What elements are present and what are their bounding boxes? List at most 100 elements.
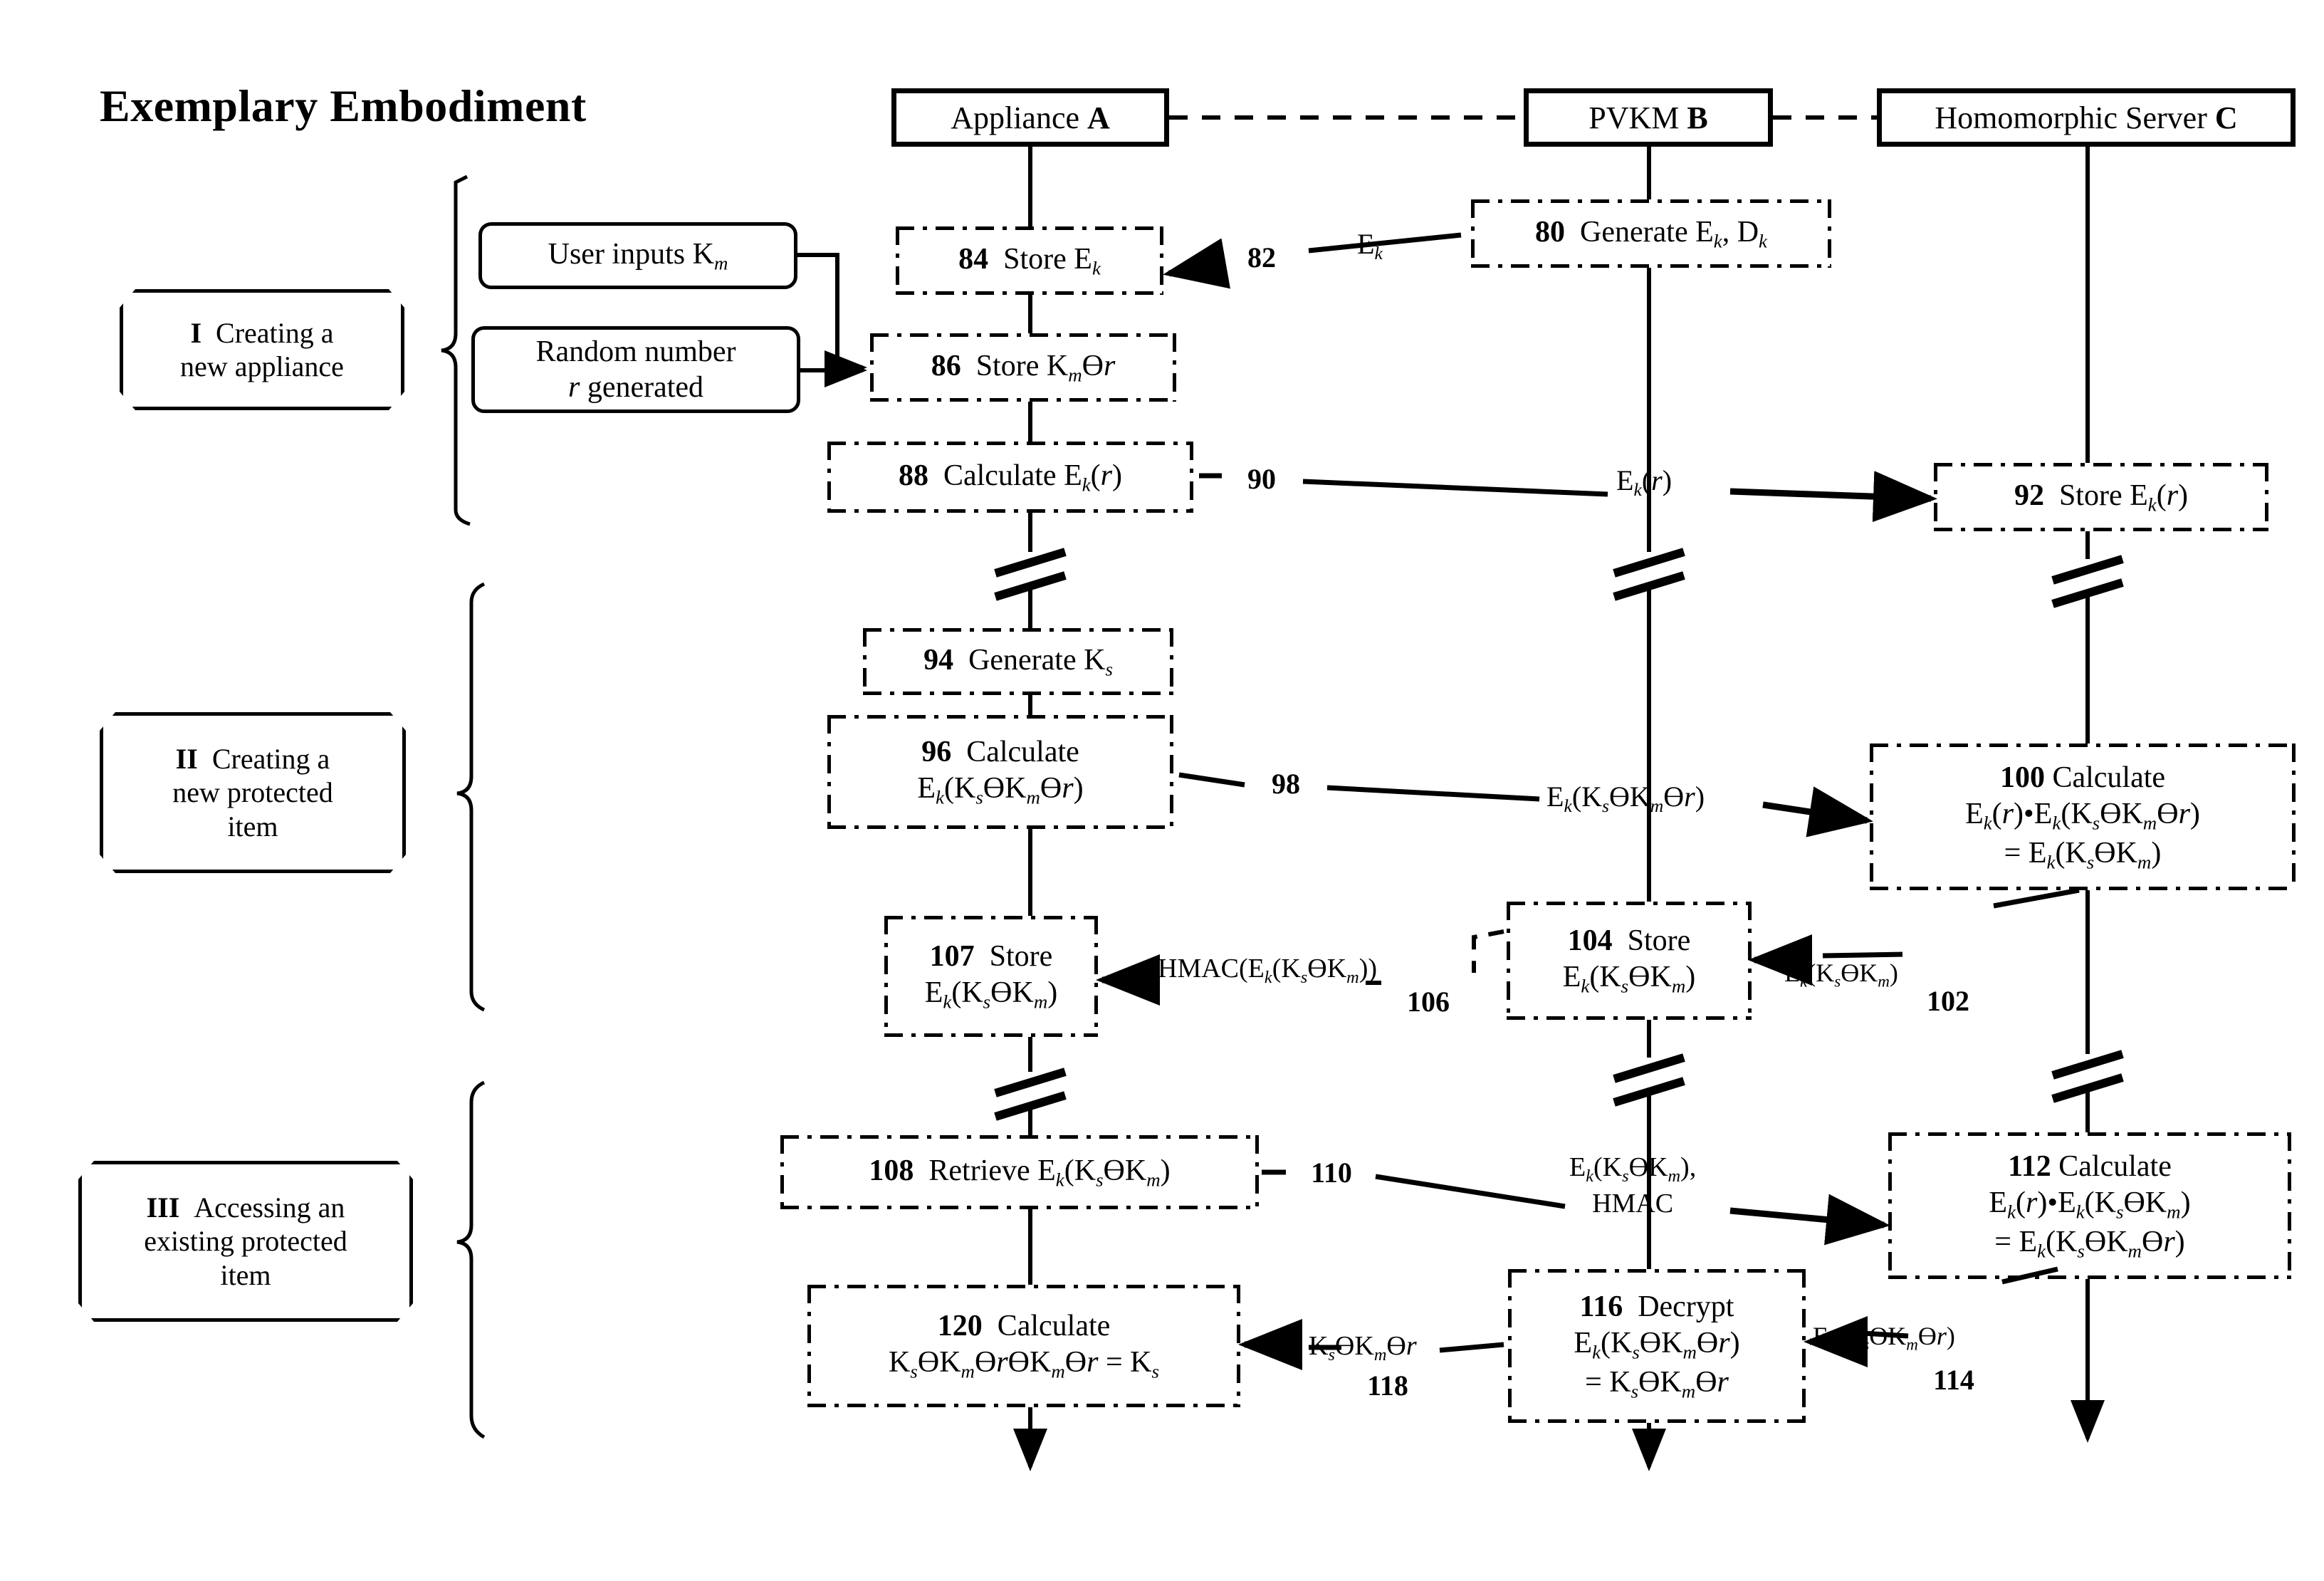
step-80-verb: Generate	[1580, 215, 1688, 249]
step-116-number: 116	[1579, 1290, 1623, 1323]
party-header-pvkm-b: PVKM B	[1524, 88, 1773, 147]
tag-106-label: 106	[1407, 985, 1450, 1018]
tag-82-label: 82	[1247, 241, 1276, 273]
tag-114-label: 114	[1933, 1363, 1974, 1396]
party-b-letter: B	[1687, 100, 1708, 135]
message-tag-90: 90	[1222, 452, 1302, 506]
phase-label-iii: III Accessing an existing protected item	[78, 1161, 413, 1322]
tag-102-label: 102	[1927, 984, 1969, 1017]
step-92-verb: Store	[2058, 479, 2123, 512]
party-a-letter: A	[1087, 100, 1110, 135]
input-user-key: User inputs Km	[478, 222, 797, 289]
step-116-verb: Decrypt	[1638, 1290, 1734, 1323]
input-random-line2: generated	[580, 371, 704, 404]
step-104-store: 104 Store Ek(KsӨKm)	[1507, 902, 1752, 1020]
step-112-verb: Calculate	[2058, 1150, 2172, 1183]
phase-ii-line2: new protected	[172, 776, 333, 809]
bracket-phase-ii	[456, 582, 486, 1012]
step-88-calculate: 88 Calculate Ek(r)	[827, 442, 1193, 513]
step-100-number: 100	[1999, 761, 2045, 794]
bracket-phase-iii	[456, 1080, 486, 1439]
tag-118-label: 118	[1367, 1369, 1408, 1402]
step-108-verb: Retrieve	[928, 1154, 1030, 1187]
input-user-key-text: User inputs K	[548, 238, 714, 271]
wire-tag90-to-label	[1302, 479, 1608, 497]
step-107-store: 107 Store Ek(KsӨKm)	[884, 916, 1098, 1037]
page-title: Exemplary Embodiment	[100, 80, 587, 131]
phase-iii-line1: Accessing an	[194, 1191, 345, 1224]
step-112-number: 112	[2008, 1150, 2051, 1183]
party-header-homomorphic-server-c: Homomorphic Server C	[1877, 88, 2296, 147]
diagram-canvas: Exemplary Embodiment Appliance A PVKM B …	[0, 0, 2324, 1581]
party-header-appliance-a: Appliance A	[891, 88, 1169, 147]
phase-iii-line3: item	[220, 1258, 271, 1291]
step-108-number: 108	[869, 1154, 914, 1187]
phase-label-ii: II Creating a new protected item	[100, 712, 406, 873]
step-86-number: 86	[931, 349, 961, 382]
message-tag-98: 98	[1246, 755, 1326, 812]
phase-i-line2: new appliance	[180, 350, 344, 382]
step-86-verb: Store	[975, 349, 1040, 382]
step-96-calculate: 96 Calculate Ek(KsӨKmӨr)	[827, 715, 1173, 829]
phase-ii-line1: Creating a	[211, 743, 330, 776]
step-96-number: 96	[921, 736, 952, 769]
message-label-118: KsӨKmӨr	[1309, 1331, 1417, 1365]
step-84-verb: Store	[1003, 242, 1067, 276]
step-120-number: 120	[937, 1310, 983, 1343]
step-107-verb: Store	[989, 940, 1053, 974]
wire-tag110-to-label	[1375, 1174, 1566, 1209]
party-c-name: Homomorphic Server	[1935, 100, 2207, 135]
step-84-store: 84 Store Ek	[896, 226, 1163, 295]
wire-label110-to-112	[1729, 1194, 1890, 1246]
message-tag-106: 106	[1384, 973, 1472, 1030]
step-88-verb: Calculate	[943, 459, 1057, 492]
party-a-name: Appliance	[951, 100, 1080, 135]
phase-iii-numeral: III	[146, 1191, 180, 1224]
wire-label98-to-100	[1762, 786, 1873, 838]
step-80-number: 80	[1535, 215, 1566, 249]
message-tag-110: 110	[1289, 1142, 1374, 1202]
wire-tag82-to-84	[1163, 238, 1231, 289]
step-96-verb: Calculate	[966, 736, 1079, 769]
input-random-r: r	[567, 371, 580, 404]
message-tag-102: 102	[1905, 973, 1991, 1028]
message-label-106: HMAC(Ek(KsӨKm))	[1158, 954, 1378, 987]
message-tag-82: 82	[1223, 225, 1300, 289]
wire-tag98-to-label	[1326, 785, 1540, 802]
message-label-98: Ek(KsӨKmӨr)	[1546, 781, 1705, 817]
wire-label90-to-92	[1729, 471, 1937, 523]
phase-i-numeral: I	[190, 316, 202, 349]
wire-116-to-tag118	[1439, 1342, 1504, 1353]
party-c-letter: C	[2214, 100, 2238, 135]
phase-iii-line2: existing protected	[144, 1225, 347, 1258]
wire-80-to-tag82	[1308, 232, 1462, 254]
step-104-number: 104	[1567, 924, 1613, 958]
message-label-110: Ek(KsӨKm), HMAC	[1569, 1152, 1697, 1219]
phase-ii-line3: item	[227, 810, 278, 842]
bracket-phase-i	[441, 174, 471, 526]
wire-100-to-tag102	[1993, 887, 2080, 909]
step-107-number: 107	[929, 940, 975, 974]
phase-ii-numeral: II	[175, 743, 198, 776]
step-84-number: 84	[958, 242, 989, 276]
step-120-verb: Calculate	[997, 1310, 1111, 1343]
step-100-calculate: 100 Calculate Ek(r)•Ek(KsӨKmӨr) = Ek(KsӨ…	[1870, 743, 2296, 890]
wire-96-to-tag98	[1178, 772, 1245, 788]
input-random-number: Random number r generated	[471, 326, 800, 413]
step-104-verb: Store	[1627, 924, 1691, 958]
step-92-store: 92 Store Ek(r)	[1934, 463, 2268, 531]
tag-98-label: 98	[1272, 767, 1300, 800]
phase-label-i: I Creating a new appliance	[120, 289, 404, 410]
step-86-store: 86 Store KmӨr	[870, 333, 1176, 402]
tag-90-label: 90	[1247, 462, 1276, 495]
step-100-verb: Calculate	[2052, 761, 2166, 794]
step-108-retrieve: 108 Retrieve Ek(KsӨKm)	[780, 1135, 1259, 1209]
wire-tag102-to-label	[1822, 951, 1903, 959]
party-b-name: PVKM	[1588, 100, 1680, 135]
message-label-82: Ek	[1357, 228, 1383, 264]
step-80-generate: 80 Generate Ek, Dk	[1471, 199, 1831, 268]
message-label-90: Ek(r)	[1616, 464, 1673, 501]
step-94-number: 94	[923, 643, 954, 677]
step-88-number: 88	[898, 459, 928, 492]
input-random-line1: Random number	[535, 335, 736, 368]
